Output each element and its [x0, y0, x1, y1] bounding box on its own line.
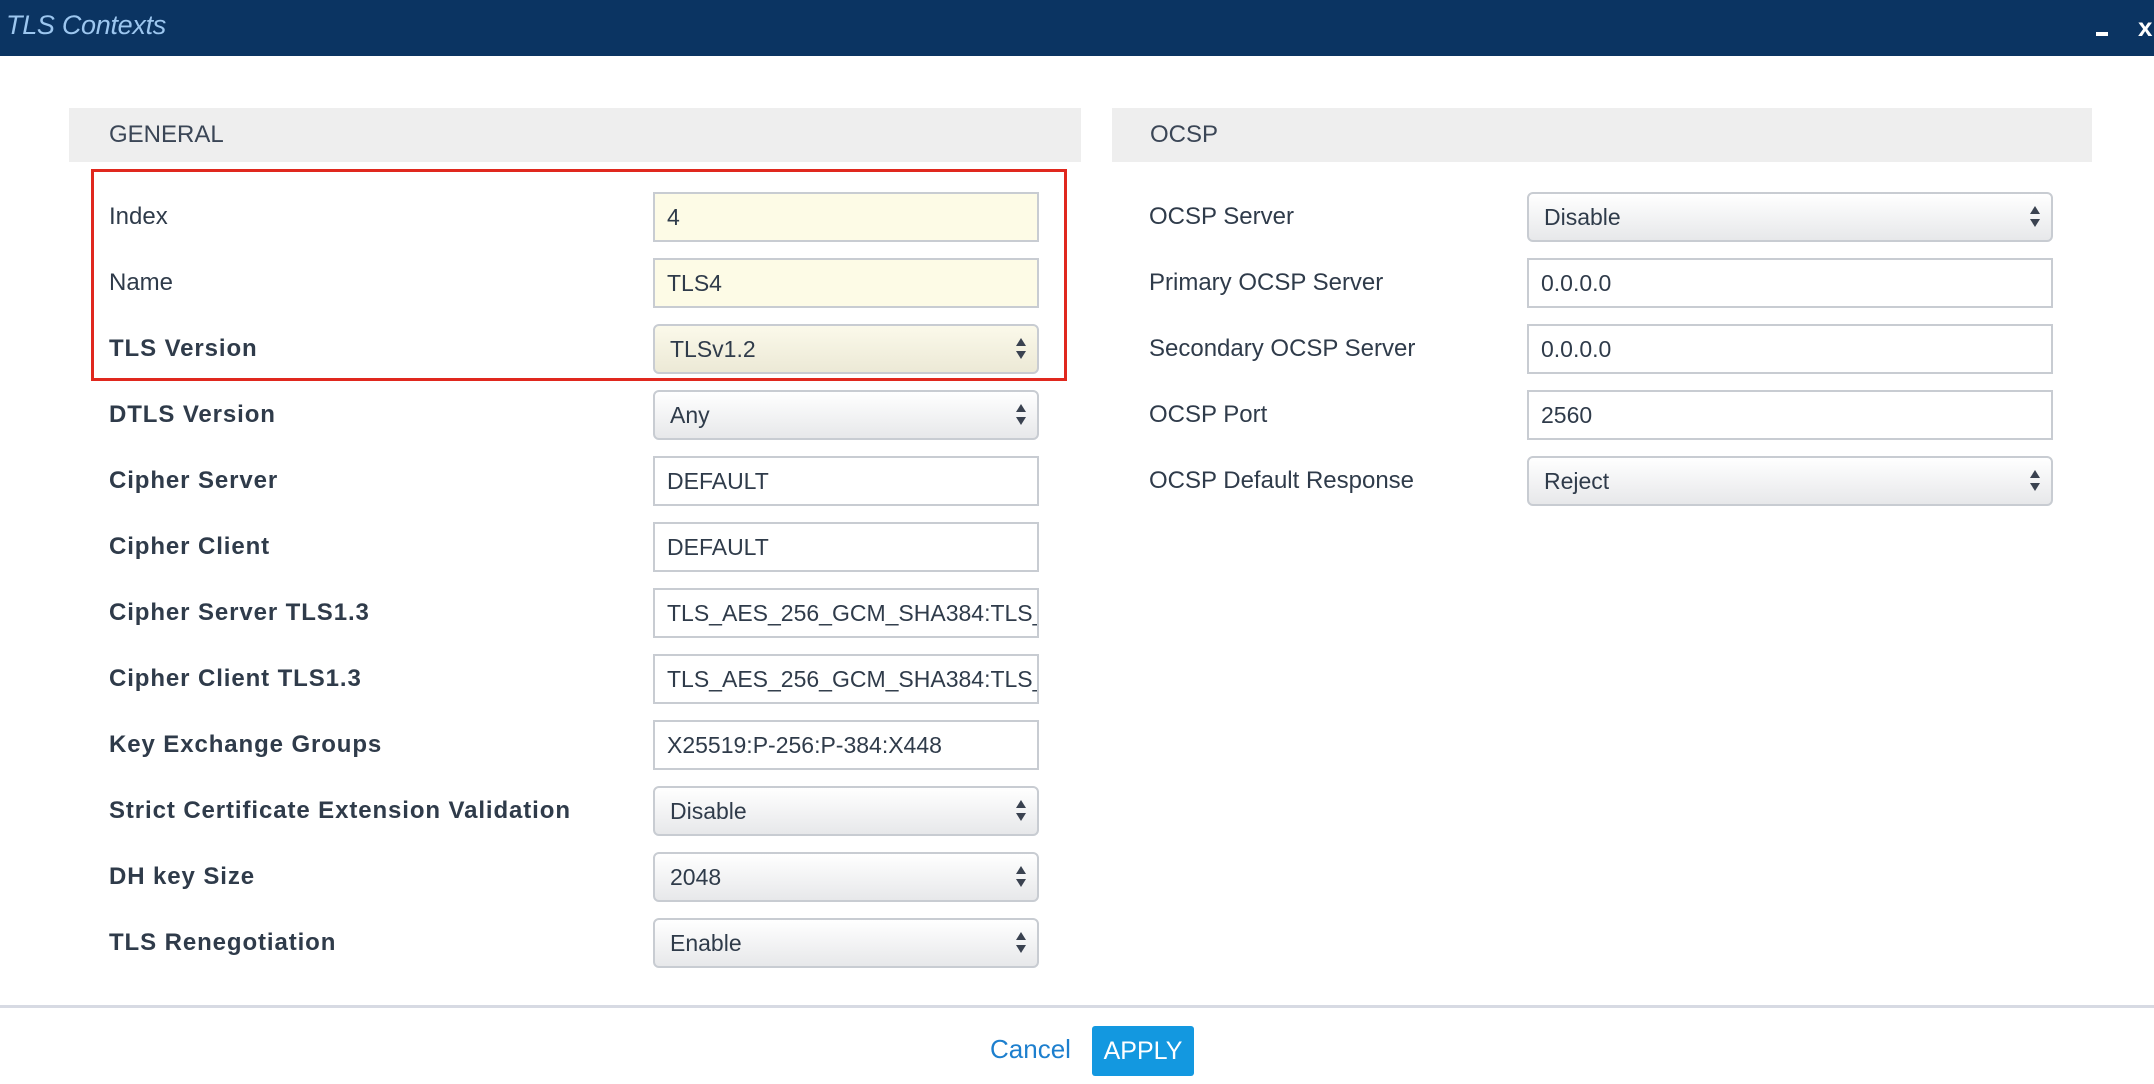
- key-exchange-groups-label: Key Exchange Groups: [109, 731, 383, 758]
- select-arrows-icon: [2029, 206, 2041, 228]
- dtls-version-label: DTLS Version: [109, 401, 276, 428]
- ocsp-section-header: OCSP: [1112, 108, 2092, 162]
- key-exchange-groups-field[interactable]: X25519:P-256:P-384:X448: [653, 720, 1039, 770]
- name-label: Name: [109, 269, 174, 296]
- cipher-client-tls13-label: Cipher Client TLS1.3: [109, 665, 362, 692]
- select-arrows-icon: [1015, 932, 1027, 954]
- select-arrows-icon: [1015, 866, 1027, 888]
- cipher-server-label: Cipher Server: [109, 467, 279, 494]
- dh-key-size-label: DH key Size: [109, 863, 255, 890]
- minimize-icon[interactable]: [2094, 22, 2110, 38]
- dh-key-size-value: 2048: [670, 864, 722, 890]
- ocsp-default-response-label: OCSP Default Response: [1149, 467, 1415, 494]
- ocsp-default-response-select[interactable]: Reject: [1527, 456, 2053, 506]
- window-titlebar: TLS Contexts x: [0, 0, 2154, 56]
- close-button[interactable]: x: [2138, 12, 2154, 42]
- ocsp-port-field[interactable]: 2560: [1527, 390, 2053, 440]
- cipher-client-field[interactable]: DEFAULT: [653, 522, 1039, 572]
- window-title: TLS Contexts: [6, 10, 166, 40]
- index-field[interactable]: 4: [653, 192, 1039, 242]
- dh-key-size-select[interactable]: 2048: [653, 852, 1039, 902]
- tls-version-value: TLSv1.2: [670, 336, 756, 362]
- tls-renegotiation-label: TLS Renegotiation: [109, 929, 337, 956]
- tls-renegotiation-value: Enable: [670, 930, 742, 956]
- tls-version-label: TLS Version: [109, 335, 258, 362]
- apply-button[interactable]: APPLY: [1092, 1026, 1194, 1076]
- tls-renegotiation-select[interactable]: Enable: [653, 918, 1039, 968]
- ocsp-port-label: OCSP Port: [1149, 401, 1268, 428]
- ocsp-server-label: OCSP Server: [1149, 203, 1294, 230]
- strict-cert-ext-value: Disable: [670, 798, 747, 824]
- tls-version-select[interactable]: TLSv1.2: [653, 324, 1039, 374]
- ocsp-server-select[interactable]: Disable: [1527, 192, 2053, 242]
- ocsp-server-value: Disable: [1544, 204, 1621, 230]
- cipher-server-tls13-label: Cipher Server TLS1.3: [109, 599, 370, 626]
- cipher-server-tls13-field[interactable]: TLS_AES_256_GCM_SHA384:TLS_CH: [653, 588, 1039, 638]
- primary-ocsp-field[interactable]: 0.0.0.0: [1527, 258, 2053, 308]
- dtls-version-value: Any: [670, 402, 710, 428]
- secondary-ocsp-field[interactable]: 0.0.0.0: [1527, 324, 2053, 374]
- ocsp-default-response-value: Reject: [1544, 468, 1610, 494]
- primary-ocsp-label: Primary OCSP Server: [1149, 269, 1384, 296]
- secondary-ocsp-label: Secondary OCSP Server: [1149, 335, 1416, 362]
- select-arrows-icon: [2029, 470, 2041, 492]
- cipher-client-label: Cipher Client: [109, 533, 271, 560]
- dtls-version-select[interactable]: Any: [653, 390, 1039, 440]
- index-label: Index: [109, 203, 168, 230]
- cipher-client-tls13-field[interactable]: TLS_AES_256_GCM_SHA384:TLS_CH: [653, 654, 1039, 704]
- general-section-header: GENERAL: [69, 108, 1081, 162]
- footer-divider: [0, 1005, 2154, 1008]
- select-arrows-icon: [1015, 800, 1027, 822]
- strict-cert-ext-select[interactable]: Disable: [653, 786, 1039, 836]
- cancel-button[interactable]: Cancel: [990, 1034, 1071, 1065]
- strict-cert-ext-label: Strict Certificate Extension Validation: [109, 797, 571, 824]
- name-field[interactable]: TLS4: [653, 258, 1039, 308]
- cipher-server-field[interactable]: DEFAULT: [653, 456, 1039, 506]
- select-arrows-icon: [1015, 404, 1027, 426]
- select-arrows-icon: [1015, 338, 1027, 360]
